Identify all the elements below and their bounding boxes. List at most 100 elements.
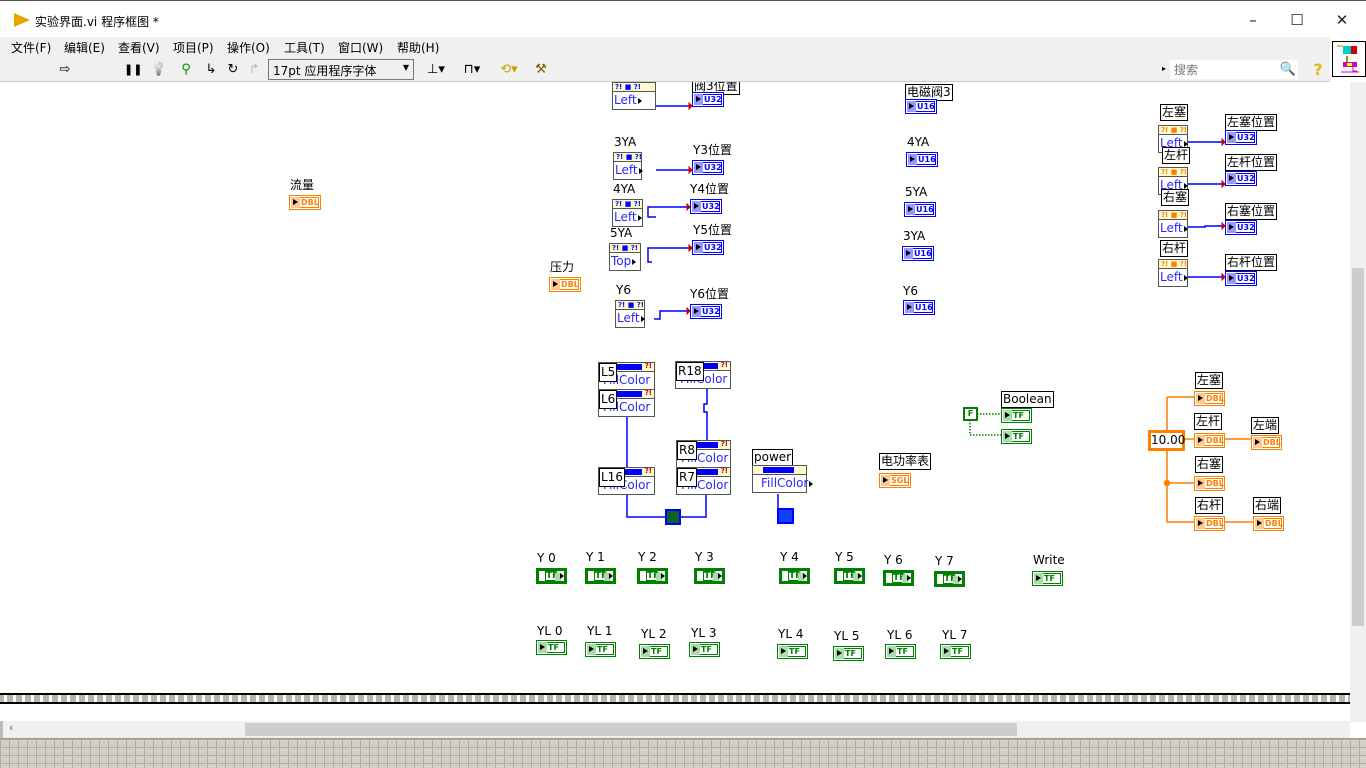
- menu-tools[interactable]: 工具(T): [284, 39, 325, 56]
- indicator-terminal-tf[interactable]: TF: [585, 642, 616, 657]
- step-out-icon[interactable]: ↱: [245, 61, 263, 79]
- boolean-control-terminal[interactable]: TF: [779, 568, 810, 584]
- menu-help[interactable]: 帮助(H): [397, 39, 439, 56]
- indicator-terminal-dbl[interactable]: DBL: [1194, 391, 1225, 406]
- boolean-control-terminal[interactable]: TF: [883, 570, 914, 586]
- search-expand-icon[interactable]: ▸: [1162, 64, 1166, 73]
- pause-icon[interactable]: ❚❚: [124, 61, 142, 79]
- run-arrow-icon[interactable]: ⇨: [56, 61, 74, 79]
- indicator-terminal-tf[interactable]: TF: [1001, 429, 1032, 444]
- indicator-terminal-u16[interactable]: U16: [902, 246, 934, 261]
- indicator-terminal-u32[interactable]: U32: [692, 240, 724, 255]
- fillcolor-property-node[interactable]: ?! FillColor R7: [676, 467, 731, 495]
- fillcolor-property-node[interactable]: ?! FillColor L5: [598, 362, 655, 390]
- green-color-constant[interactable]: [665, 509, 681, 525]
- property-node[interactable]: ?! ■ ?! Left: [1158, 259, 1188, 287]
- minimize-button[interactable]: –: [1238, 9, 1268, 31]
- indicator-terminal-tf[interactable]: TF: [689, 642, 720, 657]
- property-node[interactable]: ?! ■ ?! Left: [612, 82, 656, 110]
- indicator-terminal-tf[interactable]: TF: [1001, 408, 1032, 423]
- menu-operate[interactable]: 操作(O): [227, 39, 270, 56]
- font-dropdown[interactable]: 17pt 应用程序字体 ▼: [268, 59, 414, 80]
- menu-window[interactable]: 窗口(W): [338, 39, 383, 56]
- input-arrow-icon: [1196, 393, 1205, 404]
- indicator-terminal-u32[interactable]: U32: [1225, 130, 1257, 145]
- vertical-scroll-thumb[interactable]: [1352, 268, 1364, 626]
- indicator-terminal-u16[interactable]: U16: [905, 99, 937, 114]
- indicator-terminal-u32[interactable]: U32: [690, 304, 722, 319]
- property-node[interactable]: ?! ■ ?! Left: [612, 199, 643, 227]
- indicator-terminal-dbl[interactable]: DBL: [1194, 516, 1225, 531]
- fillcolor-property-node[interactable]: ?! FillColor R8: [676, 440, 731, 468]
- indicator-terminal-sgl[interactable]: SGL: [879, 473, 911, 488]
- help-icon[interactable]: ?: [1309, 61, 1327, 79]
- indicator-terminal-u32[interactable]: U32: [1225, 171, 1257, 186]
- fillcolor-property-node[interactable]: ?! FillColor L16: [598, 467, 655, 495]
- indicator-terminal-u16[interactable]: U16: [903, 300, 935, 315]
- indicator-terminal-dbl[interactable]: DBL: [1194, 433, 1225, 448]
- indicator-terminal-dbl[interactable]: DBL: [289, 195, 321, 210]
- boolean-control-terminal[interactable]: TF: [585, 568, 616, 584]
- indicator-terminal-tf[interactable]: TF: [639, 644, 670, 659]
- false-constant[interactable]: F: [963, 407, 978, 421]
- indicator-terminal-tf[interactable]: TF: [833, 646, 864, 661]
- indicator-terminal-tf[interactable]: TF: [940, 644, 971, 659]
- property-value[interactable]: Left: [613, 209, 642, 226]
- boolean-control-terminal[interactable]: TF: [694, 568, 725, 584]
- indicator-terminal-u16[interactable]: U16: [904, 202, 936, 217]
- indicator-terminal-dbl[interactable]: DBL: [1194, 476, 1225, 491]
- reorder-icon[interactable]: ⟲▾: [495, 61, 523, 79]
- indicator-terminal-tf[interactable]: TF: [1032, 571, 1063, 586]
- property-value[interactable]: Left: [616, 310, 644, 327]
- property-value[interactable]: Left: [613, 92, 655, 109]
- fillcolor-property-node[interactable]: ?! FillColor R18: [675, 361, 731, 389]
- scroll-left-icon[interactable]: ‹: [9, 721, 13, 734]
- indicator-terminal-dbl[interactable]: DBL: [1253, 516, 1284, 531]
- fillcolor-property-node[interactable]: FillColor: [752, 465, 808, 493]
- vi-connector-icon[interactable]: [1332, 41, 1366, 77]
- indicator-terminal-u32[interactable]: U32: [1225, 220, 1257, 235]
- property-value[interactable]: Left: [614, 162, 641, 179]
- maximize-button[interactable]: ☐: [1282, 9, 1312, 31]
- close-button[interactable]: ✕: [1327, 9, 1357, 31]
- block-diagram-canvas[interactable]: ?! ■ ?! Left 3YA?! ■ ?! Left 4YA?! ■ ?! Left 5…: [0, 82, 1350, 692]
- indicator-terminal-dbl[interactable]: DBL: [549, 277, 581, 292]
- property-node[interactable]: ?! ■ ?! Left: [615, 300, 645, 328]
- numeric-constant[interactable]: 10.00: [1148, 430, 1185, 451]
- horizontal-scroll-thumb[interactable]: [245, 723, 1017, 736]
- property-value[interactable]: FillColor: [753, 475, 808, 492]
- indicator-terminal-u32[interactable]: U32: [690, 199, 722, 214]
- step-over-icon[interactable]: ↻: [224, 61, 242, 79]
- property-node[interactable]: ?! ■ ?! Top: [609, 243, 641, 271]
- indicator-terminal-u16[interactable]: U16: [906, 152, 938, 167]
- property-value[interactable]: Left: [1159, 220, 1187, 237]
- boolean-control-terminal[interactable]: TF: [934, 571, 965, 587]
- blue-color-constant[interactable]: [777, 508, 794, 524]
- menu-edit[interactable]: 编辑(E): [64, 39, 105, 56]
- indicator-terminal-dbl[interactable]: DBL: [1251, 435, 1282, 450]
- indicator-terminal-tf[interactable]: TF: [536, 640, 567, 655]
- highlight-execution-icon[interactable]: 💡: [150, 61, 168, 79]
- property-node[interactable]: ?! ■ ?! Left: [1158, 210, 1188, 238]
- boolean-control-terminal[interactable]: TF: [536, 568, 567, 584]
- menu-project[interactable]: 项目(P): [173, 39, 214, 56]
- indicator-terminal-u32[interactable]: U32: [692, 92, 724, 107]
- align-objects-icon[interactable]: ⊥▾: [422, 61, 450, 79]
- boolean-control-terminal[interactable]: TF: [834, 568, 865, 584]
- indicator-terminal-u32[interactable]: U32: [1225, 271, 1257, 286]
- property-node[interactable]: ?! ■ ?! Left: [613, 152, 642, 180]
- indicator-terminal-u32[interactable]: U32: [692, 160, 724, 175]
- indicator-terminal-tf[interactable]: TF: [885, 644, 916, 659]
- search-icon[interactable]: 🔍: [1279, 61, 1297, 79]
- step-into-icon[interactable]: ↳: [202, 61, 220, 79]
- indicator-terminal-tf[interactable]: TF: [777, 644, 808, 659]
- boolean-control-terminal[interactable]: TF: [637, 568, 668, 584]
- property-value[interactable]: Top: [610, 253, 640, 270]
- cleanup-diagram-icon[interactable]: ⚒: [532, 61, 550, 79]
- fillcolor-property-node[interactable]: ?! FillColor L6: [598, 389, 655, 417]
- property-value[interactable]: Left: [1159, 269, 1187, 286]
- menu-view[interactable]: 查看(V): [118, 39, 160, 56]
- menu-file[interactable]: 文件(F): [11, 39, 51, 56]
- distribute-objects-icon[interactable]: ⊓▾: [458, 61, 486, 79]
- retain-wire-values-icon[interactable]: ⚲: [177, 61, 195, 79]
